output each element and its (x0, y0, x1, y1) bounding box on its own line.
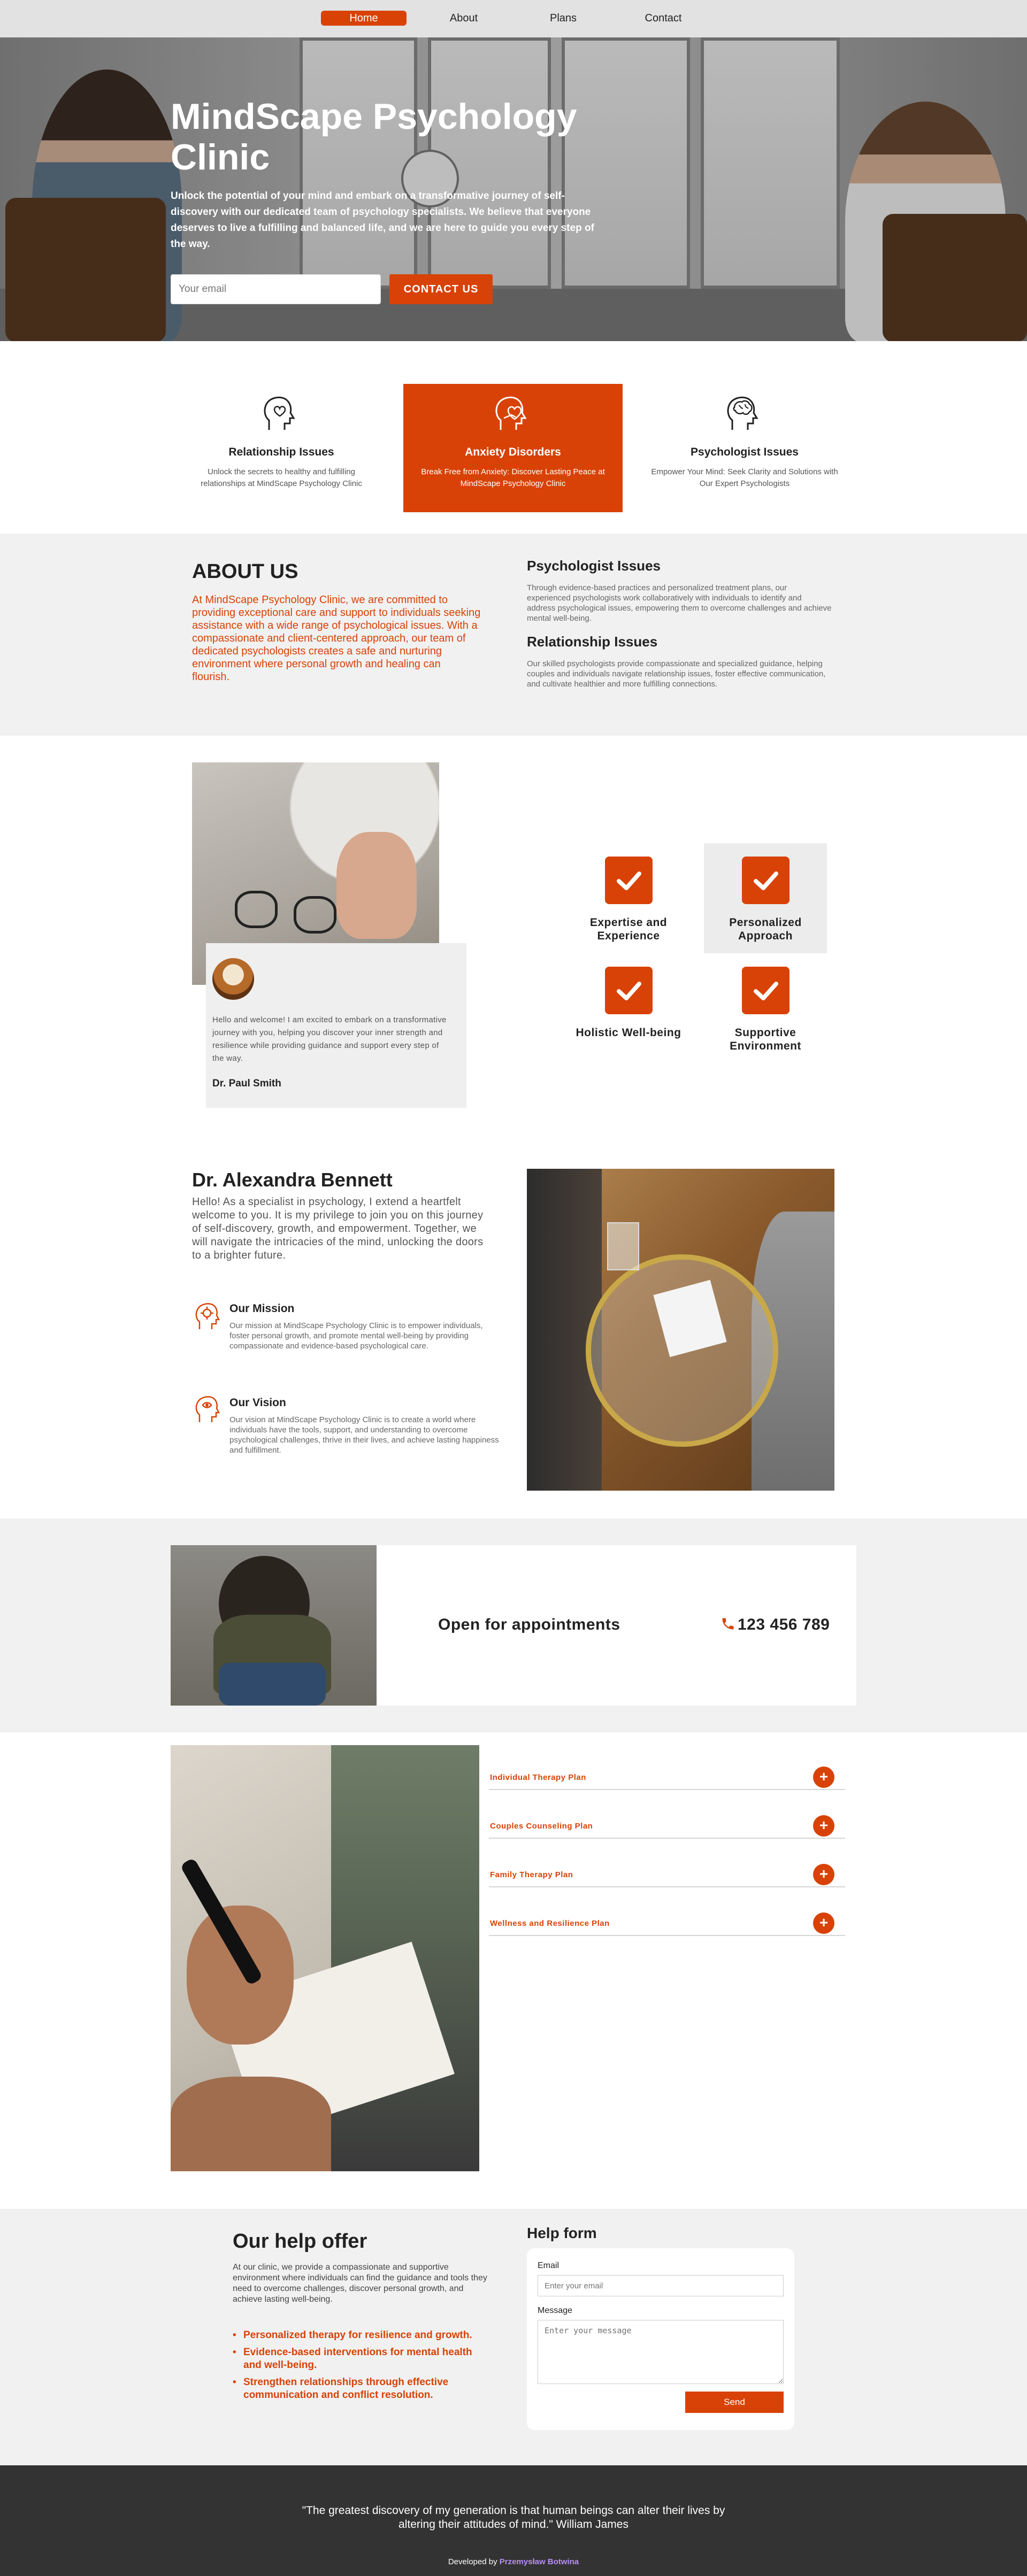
check-item: Personalized Approach (704, 843, 827, 953)
intro-signature: Dr. Paul Smith (212, 1078, 281, 1089)
relationship-heads-icon (264, 396, 295, 430)
footer: "The greatest discovery of my generation… (0, 2465, 1027, 2576)
check-item: Expertise and Experience (567, 843, 690, 953)
anxiety-hand-heart-icon (495, 396, 527, 430)
message-label: Message (538, 2306, 572, 2315)
hero-email-input[interactable] (171, 274, 381, 304)
about-block-text: Our skilled psychologists provide compas… (527, 659, 826, 689)
feature-relationship-issues[interactable]: Relationship Issues Unlock the secrets t… (172, 384, 391, 512)
intro-text: Hello and welcome! I am excited to embar… (212, 1015, 447, 1063)
help-list: Personalized therapy for resilience and … (233, 2329, 489, 2406)
checkmark-icon (741, 857, 790, 904)
check-item: Holistic Well-being (567, 953, 690, 1063)
footer-credit: Developed by Przemysław Botwina (0, 2557, 1027, 2566)
plan-label: Family Therapy Plan (490, 1870, 573, 1879)
feature-text: Break Free from Anxiety: Discover Lastin… (421, 467, 605, 488)
plus-icon[interactable]: + (813, 1767, 834, 1788)
nav-home[interactable]: Home (321, 11, 407, 26)
plus-icon[interactable]: + (813, 1864, 834, 1885)
plus-icon[interactable]: + (813, 1912, 834, 1934)
checkmark-icon (604, 967, 653, 1014)
plus-icon[interactable]: + (813, 1815, 834, 1837)
brain-head-icon (727, 396, 758, 430)
hero-title: MindScape Psychology Clinic (171, 96, 577, 178)
mission-text: Our mission at MindScape Psychology Clin… (229, 1321, 483, 1351)
checkmark-icon (604, 857, 653, 904)
mission-head-icon (195, 1303, 220, 1329)
contact-us-button[interactable]: CONTACT US (389, 274, 493, 304)
about-text: At MindScape Psychology Clinic, we are c… (192, 594, 481, 683)
appointments-phone[interactable]: 123 456 789 (721, 1616, 830, 1634)
appointments-section: Open for appointments 123 456 789 (0, 1518, 1027, 1732)
about-section: ABOUT US At MindScape Psychology Clinic,… (0, 534, 1027, 736)
help-list-item: Strengthen relationships through effecti… (233, 2376, 489, 2402)
credit-prefix: Developed by (448, 2557, 497, 2566)
nav-contact[interactable]: Contact (620, 11, 706, 26)
form-title: Help form (527, 2225, 597, 2241)
appointments-label: Open for appointments (438, 1616, 620, 1633)
email-field[interactable] (538, 2275, 784, 2296)
feature-text: Empower Your Mind: Seek Clarity and Solu… (651, 467, 838, 488)
about-block-title: Relationship Issues (527, 634, 658, 650)
feature-text: Unlock the secrets to healthy and fulfil… (201, 467, 362, 488)
help-text: At our clinic, we provide a compassionat… (233, 2263, 487, 2304)
plan-label: Individual Therapy Plan (490, 1773, 586, 1782)
feature-title: Psychologist Issues (691, 446, 799, 458)
plan-row-wellness[interactable]: Wellness and Resilience Plan + (489, 1904, 845, 1936)
check-item: Supportive Environment (704, 953, 827, 1063)
mission-title: Our Mission (229, 1302, 295, 1315)
feature-anxiety-disorders[interactable]: Anxiety Disorders Break Free from Anxiet… (403, 384, 623, 512)
phone-number: 123 456 789 (738, 1616, 830, 1633)
help-list-item: Personalized therapy for resilience and … (233, 2329, 489, 2342)
avatar (212, 958, 254, 1000)
plan-row-family[interactable]: Family Therapy Plan + (489, 1855, 845, 1887)
intro-card: Hello and welcome! I am excited to embar… (206, 943, 466, 1108)
nav-plans[interactable]: Plans (520, 11, 606, 26)
check-label: Expertise and Experience (589, 916, 668, 942)
plan-label: Couples Counseling Plan (490, 1822, 593, 1831)
about-block-text: Through evidence-based practices and per… (527, 583, 832, 623)
phone-icon (722, 1618, 734, 1630)
footer-quote: "The greatest discovery of my generation… (302, 2504, 725, 2531)
plan-row-couples[interactable]: Couples Counseling Plan + (489, 1807, 845, 1839)
help-section: Our help offer At our clinic, we provide… (0, 2209, 1027, 2465)
send-button[interactable]: Send (685, 2392, 784, 2413)
hero-section: MindScape Psychology Clinic Unlock the p… (0, 37, 1027, 341)
vision-text: Our vision at MindScape Psychology Clini… (229, 1415, 499, 1455)
top-navigation: Home About Plans Contact (0, 0, 1027, 37)
help-list-item: Evidence-based interventions for mental … (233, 2346, 489, 2372)
feature-title: Relationship Issues (228, 446, 334, 458)
checkmark-icon (741, 967, 790, 1014)
glass-table-photo (527, 1169, 834, 1491)
stressed-person-photo (171, 1545, 377, 1706)
hero-description: Unlock the potential of your mind and em… (171, 190, 594, 250)
check-label: Holistic Well-being (576, 1027, 681, 1039)
help-title: Our help offer (233, 2230, 367, 2253)
check-label: Supportive Environment (730, 1027, 801, 1052)
plan-row-individual[interactable]: Individual Therapy Plan + (489, 1758, 845, 1790)
check-label: Personalized Approach (729, 916, 802, 942)
about-block-title: Psychologist Issues (527, 558, 661, 574)
plan-label: Wellness and Resilience Plan (490, 1919, 610, 1928)
message-field[interactable] (538, 2320, 784, 2384)
appointments-card: Open for appointments 123 456 789 (171, 1545, 856, 1706)
nav-about[interactable]: About (421, 11, 507, 26)
email-label: Email (538, 2261, 560, 2270)
doctor-name: Dr. Alexandra Bennett (192, 1169, 393, 1191)
doctor-text: Hello! As a specialist in psychology, I … (192, 1196, 484, 1261)
help-form: Email Message Send (527, 2248, 794, 2430)
feature-psychologist-issues[interactable]: Psychologist Issues Empower Your Mind: S… (635, 384, 854, 512)
about-title: ABOUT US (192, 560, 298, 583)
vision-title: Our Vision (229, 1397, 286, 1409)
feature-title: Anxiety Disorders (465, 446, 561, 458)
writing-photo (171, 1745, 479, 2171)
credit-name[interactable]: Przemysław Botwina (500, 2557, 579, 2566)
vision-head-icon (195, 1396, 220, 1422)
